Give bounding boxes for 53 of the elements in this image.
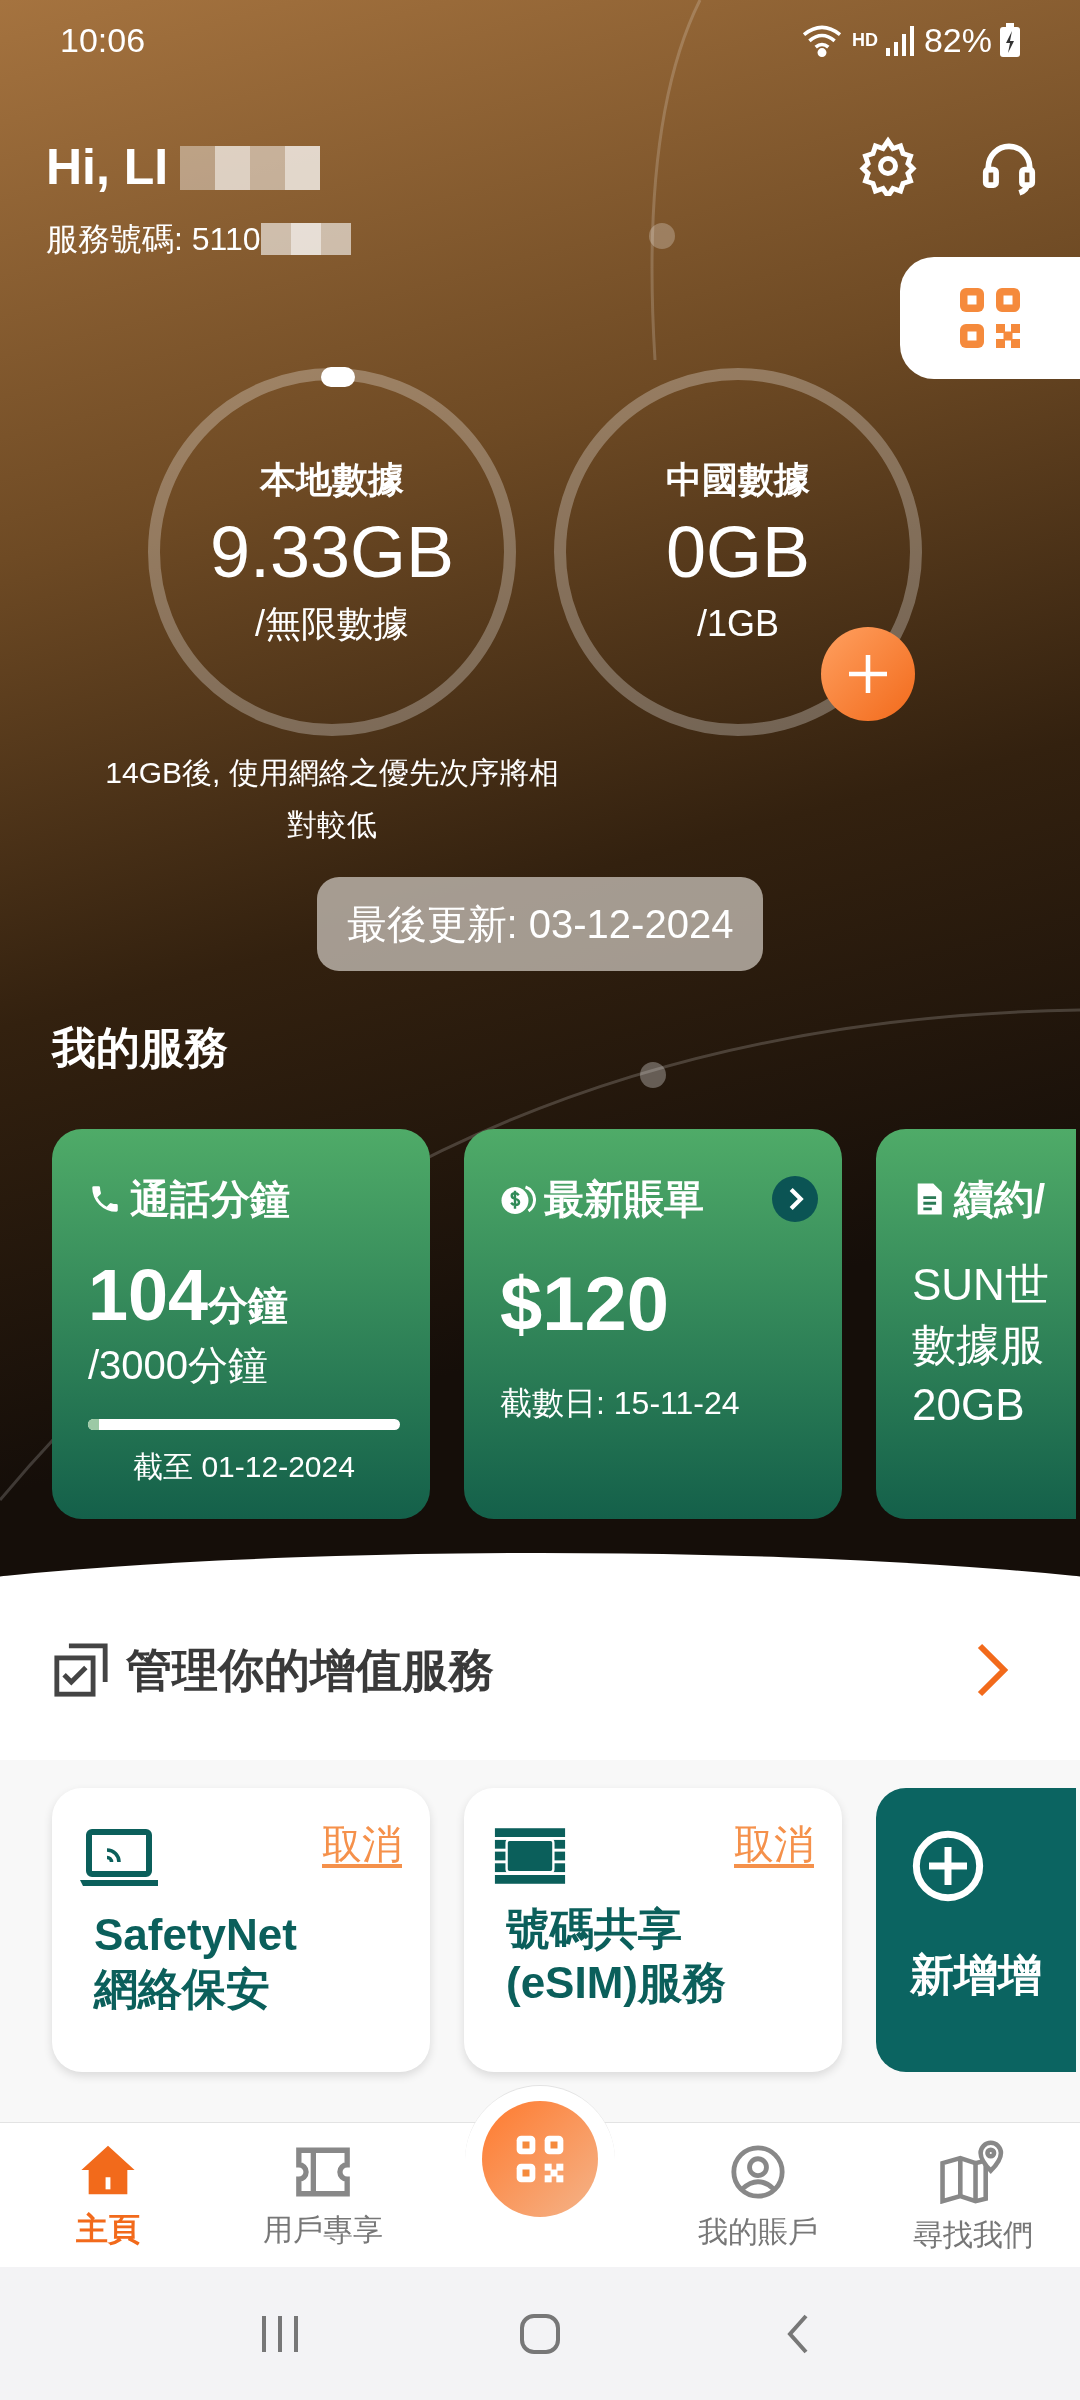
nav-tab[interactable]: 主頁 — [0, 2123, 215, 2267]
battery-charging-icon — [1000, 23, 1020, 57]
service-name: 網絡保安 — [94, 1963, 271, 2015]
section-title: 我的服務 — [52, 1022, 228, 1074]
usage-title: 中國數據 — [666, 458, 810, 502]
nav-tab[interactable]: 用戶專享 — [215, 2123, 430, 2267]
chevron-right-icon[interactable] — [772, 1176, 818, 1222]
usage-quota: /1GB — [696, 602, 779, 646]
minutes-unit: 分鐘 — [208, 1283, 289, 1329]
usage-amount: 9.33GB — [209, 511, 455, 594]
battery-percent: 82% — [923, 19, 992, 61]
cancel-link[interactable]: 取消 — [734, 1814, 814, 1874]
orbit-dot — [640, 1062, 666, 1088]
cancel-link[interactable]: 取消 — [322, 1814, 402, 1874]
plus-circle-icon — [910, 1828, 986, 1904]
checklist-icon — [52, 1641, 110, 1699]
minutes-quota: /3000分鐘 — [88, 1342, 270, 1389]
signal-icon — [885, 24, 916, 56]
network-type-label: HD — [851, 28, 878, 52]
service-number: 服務號碼: 5110 — [46, 220, 261, 259]
fair-use-note: 14GB後, 使用網絡之優先次序將相對較低 — [104, 755, 560, 843]
as-of-date: 截至 01-12-2024 — [133, 1449, 355, 1485]
card-title: 最新賬單 — [544, 1176, 704, 1223]
plan-text: 20GB — [912, 1379, 1026, 1431]
last-updated-label: 最後更新: 03-12-2024 — [316, 877, 764, 971]
service-name: 號碼共享 — [506, 1903, 683, 1955]
map-pin-icon — [939, 2139, 1006, 2204]
service-name: (eSIM)服務 — [506, 1957, 727, 2009]
ring-knob — [321, 367, 355, 387]
nav-tab[interactable]: 尋找我們 — [865, 2123, 1080, 2267]
orbit-dot — [649, 223, 675, 249]
plan-text: 數據服 — [912, 1319, 1045, 1371]
settings-icon[interactable] — [858, 136, 918, 196]
card-title: 續約/ — [954, 1176, 1046, 1223]
clock: 10:06 — [60, 19, 146, 61]
usage-amount: 0GB — [665, 511, 811, 594]
usage-quota: /無限數據 — [255, 602, 409, 646]
usage-title: 本地數據 — [260, 458, 404, 502]
greeting: Hi, LI — [46, 138, 169, 197]
user-icon — [728, 2142, 787, 2201]
esim-chip-icon — [492, 1828, 568, 1884]
section-title: 管理你的增值服務 — [126, 1642, 494, 1698]
cutoff-date: 截數日: 15-11-24 — [500, 1384, 741, 1423]
card-title: 通話分鐘 — [130, 1176, 290, 1223]
minutes-used: 104 — [88, 1255, 209, 1335]
add-service-button[interactable]: 新增增 — [876, 1788, 1076, 2072]
home-icon[interactable] — [518, 2311, 562, 2356]
plan-text: SUN世 — [912, 1259, 1050, 1311]
bill-amount: $120 — [500, 1260, 671, 1348]
qr-code-button[interactable] — [900, 257, 1080, 379]
nav-tab[interactable]: 我的賬戶 — [650, 2123, 865, 2267]
service-name: SafetyNet — [94, 1909, 298, 1961]
plus-icon — [849, 655, 887, 693]
